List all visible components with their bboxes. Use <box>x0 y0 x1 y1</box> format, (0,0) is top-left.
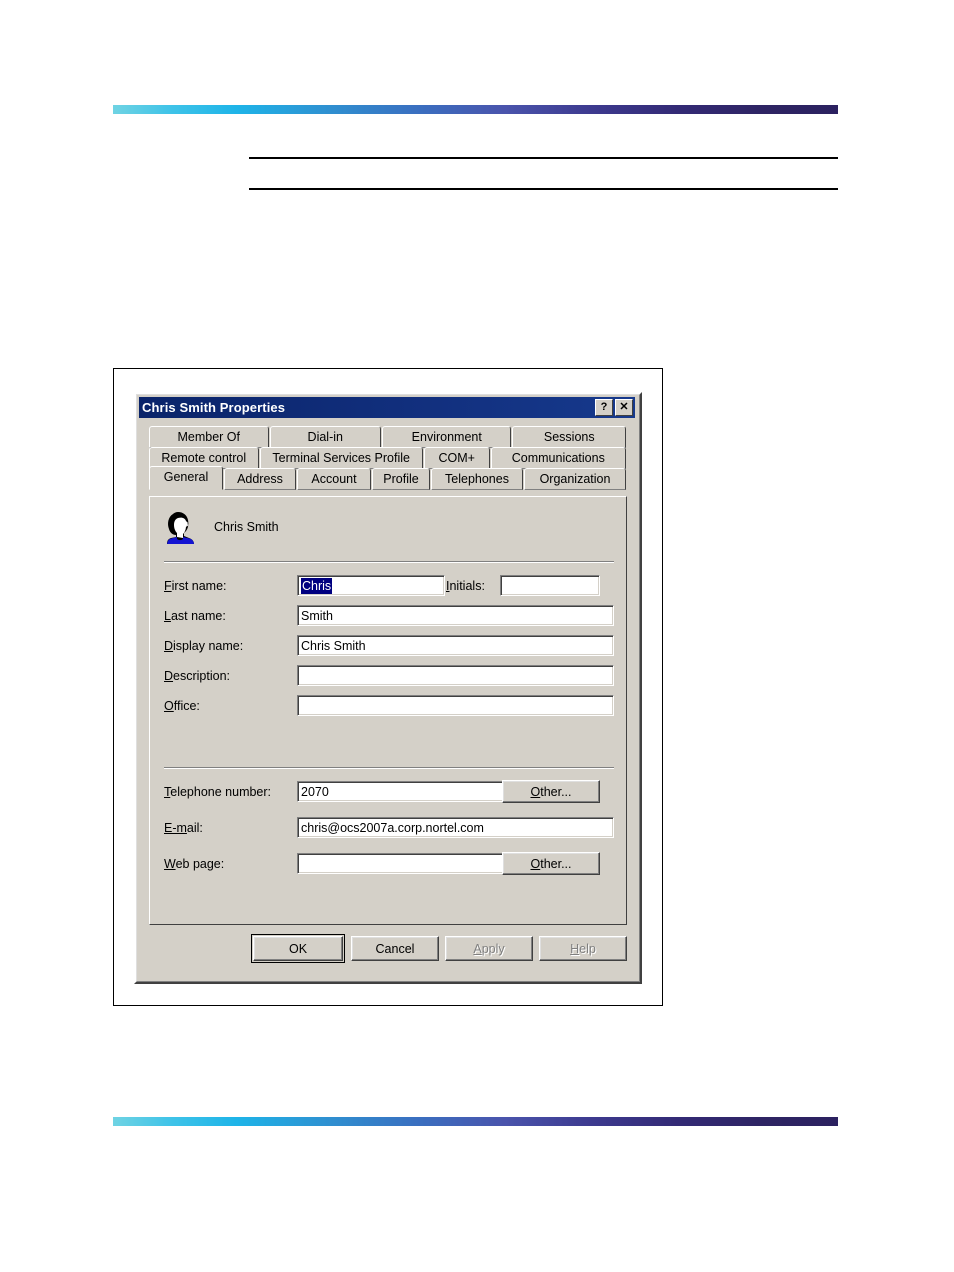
tab-dial-in[interactable]: Dial-in <box>269 426 382 448</box>
panel-header-name: Chris Smith <box>214 520 279 534</box>
screenshot-frame: Chris Smith Properties ? ✕ Member Of Dial… <box>113 368 663 1006</box>
email-label: E-mail: <box>164 820 203 835</box>
cancel-button[interactable]: Cancel <box>351 936 439 961</box>
description-label: Description: <box>164 668 231 683</box>
first-name-label: First name: <box>164 578 227 593</box>
initials-input[interactable] <box>500 575 600 596</box>
tab-environment[interactable]: Environment <box>382 426 512 448</box>
tab-label: Profile <box>383 472 419 486</box>
initials-label: Initials: <box>446 578 485 593</box>
ok-button-default-frame: OK <box>251 934 345 963</box>
email-value: chris@ocs2007a.corp.nortel.com <box>301 820 484 835</box>
tab-address[interactable]: Address <box>224 468 296 490</box>
telephone-other-button[interactable]: Other... <box>502 780 600 803</box>
tab-general[interactable]: General <box>149 466 223 490</box>
tab-strip: Member Of Dial-in Environment Sessions Remot… <box>149 426 627 490</box>
dialog-titlebar[interactable]: Chris Smith Properties ? ✕ <box>139 397 635 418</box>
tab-account[interactable]: Account <box>297 468 371 490</box>
tab-profile[interactable]: Profile <box>372 468 430 490</box>
page-top-accent-bar <box>113 105 838 114</box>
apply-button: Apply <box>445 936 533 961</box>
tab-label: Telephones <box>445 472 509 486</box>
tab-communications[interactable]: Communications <box>490 447 627 469</box>
ok-button[interactable]: OK <box>253 936 343 961</box>
web-page-label: Web page: <box>164 856 225 871</box>
page-rule-line-lower <box>249 188 838 190</box>
tab-label: Communications <box>511 451 605 465</box>
tab-label: COM+ <box>438 451 475 465</box>
field-row-initials: Initials: <box>446 575 600 596</box>
dialog-footer: OK Cancel Apply Help <box>149 934 627 963</box>
field-row-email: E-mail: chris@ocs2007a.corp.nortel.com <box>164 817 614 838</box>
separator-upper <box>164 561 614 563</box>
tab-label: Dial-in <box>307 430 343 444</box>
tab-terminal-services-profile[interactable]: Terminal Services Profile <box>259 447 423 469</box>
general-tab-panel: Chris Smith First name: Chris Initials: Las… <box>149 496 627 925</box>
telephone-number-value: 2070 <box>301 784 329 799</box>
button-label: Other... <box>530 856 572 871</box>
button-label: Other... <box>530 784 572 799</box>
telephone-number-input[interactable]: 2070 <box>297 781 506 802</box>
user-profile-icon <box>164 509 198 545</box>
button-label: Help <box>570 941 596 956</box>
button-label: Cancel <box>375 941 415 956</box>
last-name-label: Last name: <box>164 608 226 623</box>
office-label: Office: <box>164 698 200 713</box>
page-bottom-accent-bar <box>113 1117 838 1126</box>
field-row-telephone-number: Telephone number: 2070 <box>164 781 506 802</box>
button-label: OK <box>288 941 308 956</box>
tab-label: Sessions <box>543 430 595 444</box>
last-name-value: Smith <box>301 608 333 623</box>
field-row-display-name: Display name: Chris Smith <box>164 635 614 656</box>
panel-header: Chris Smith <box>164 509 279 545</box>
web-page-input[interactable] <box>297 853 506 874</box>
tab-row-3: General Address Account Profile Telephones Or… <box>149 466 627 490</box>
tab-label: Address <box>237 472 283 486</box>
tab-label: Organization <box>539 472 611 486</box>
tab-sessions[interactable]: Sessions <box>512 426 626 448</box>
display-name-input[interactable]: Chris Smith <box>297 635 614 656</box>
titlebar-close-icon[interactable]: ✕ <box>615 399 633 416</box>
tab-label: Account <box>311 472 357 486</box>
tab-member-of[interactable]: Member Of <box>149 426 269 448</box>
email-input[interactable]: chris@ocs2007a.corp.nortel.com <box>297 817 614 838</box>
field-row-office: Office: <box>164 695 614 716</box>
first-name-value: Chris <box>301 577 333 594</box>
description-input[interactable] <box>297 665 614 686</box>
tab-label: Terminal Services Profile <box>272 451 410 465</box>
first-name-input[interactable]: Chris <box>297 575 445 596</box>
tab-organization[interactable]: Organization <box>524 468 626 490</box>
field-row-description: Description: <box>164 665 614 686</box>
properties-dialog: Chris Smith Properties ? ✕ Member Of Dial… <box>134 392 642 984</box>
titlebar-help-icon[interactable]: ? <box>595 399 613 416</box>
tab-telephones[interactable]: Telephones <box>431 468 523 490</box>
help-button-footer: Help <box>539 936 627 961</box>
tab-row-1: Member Of Dial-in Environment Sessions <box>149 426 627 448</box>
field-row-last-name: Last name: Smith <box>164 605 614 626</box>
display-name-value: Chris Smith <box>301 638 366 653</box>
tab-label: Remote control <box>161 451 247 465</box>
dialog-title: Chris Smith Properties <box>142 400 286 415</box>
telephone-number-label: Telephone number: <box>164 784 272 799</box>
button-label: Apply <box>473 941 505 956</box>
tab-label: Member Of <box>177 430 240 444</box>
tab-label: Environment <box>411 430 482 444</box>
office-input[interactable] <box>297 695 614 716</box>
tab-label: General <box>163 470 209 484</box>
field-row-web-page: Web page: <box>164 853 506 874</box>
webpage-other-button[interactable]: Other... <box>502 852 600 875</box>
separator-lower <box>164 767 614 769</box>
last-name-input[interactable]: Smith <box>297 605 614 626</box>
field-row-first-name: First name: Chris <box>164 575 445 596</box>
tab-com-[interactable]: COM+ <box>423 447 490 469</box>
display-name-label: Display name: <box>164 638 244 653</box>
page-rule-line-upper <box>249 157 838 159</box>
